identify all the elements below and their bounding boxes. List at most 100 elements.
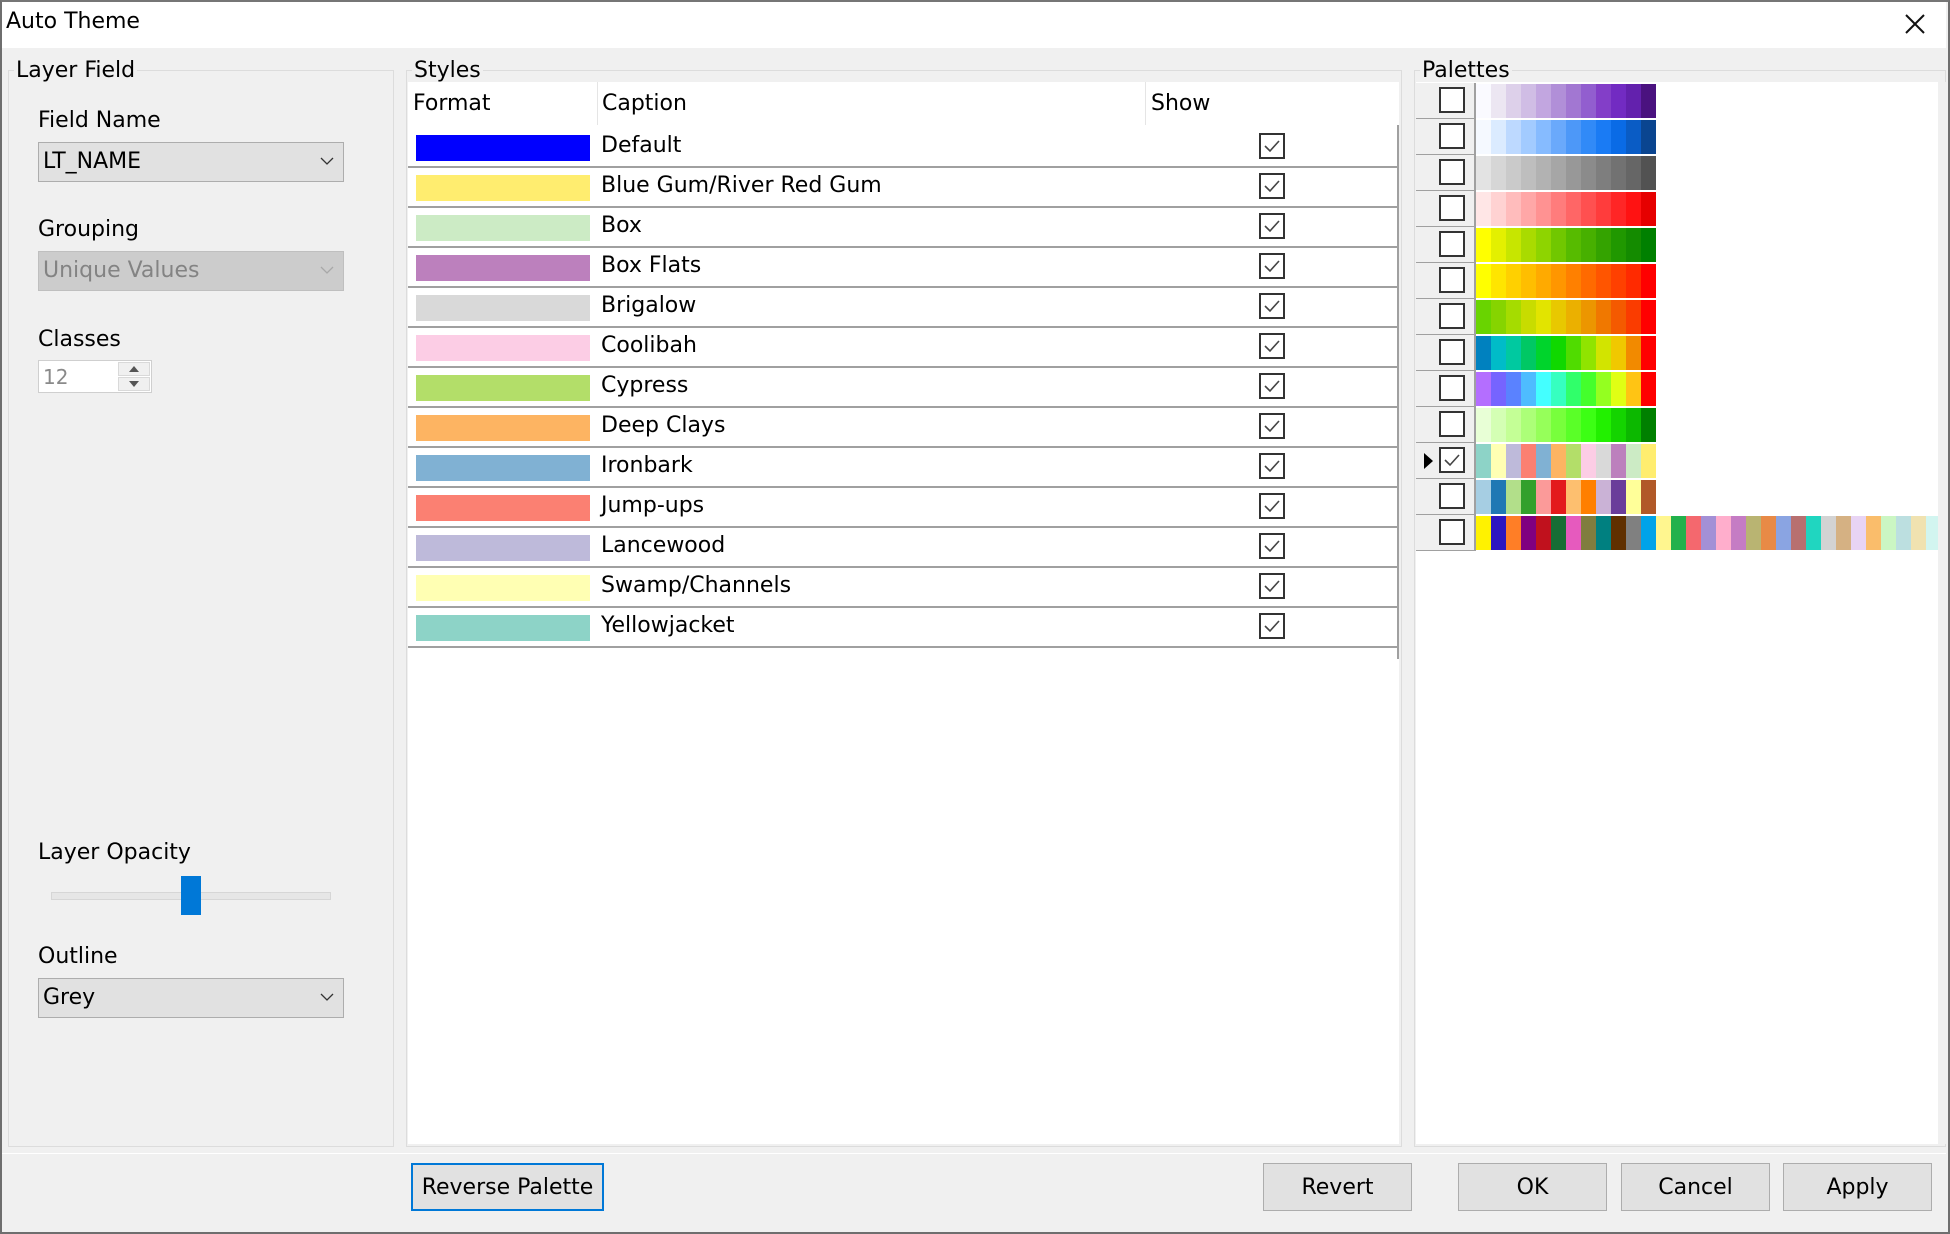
palette-row-header[interactable] bbox=[1416, 443, 1476, 479]
revert-button[interactable]: Revert bbox=[1263, 1163, 1412, 1211]
palette-row-header[interactable] bbox=[1416, 83, 1476, 119]
style-caption[interactable]: Yellowjacket bbox=[601, 612, 735, 640]
palette-row[interactable] bbox=[1416, 515, 1938, 551]
style-caption[interactable]: Coolibah bbox=[601, 332, 697, 360]
palette-checkbox[interactable] bbox=[1439, 519, 1465, 545]
close-button[interactable] bbox=[1895, 8, 1935, 40]
format-color-swatch[interactable] bbox=[416, 415, 590, 441]
format-color-swatch[interactable] bbox=[416, 575, 590, 601]
style-caption[interactable]: Brigalow bbox=[601, 292, 696, 320]
palette-row-header[interactable] bbox=[1416, 335, 1476, 371]
palette-checkbox[interactable] bbox=[1439, 303, 1465, 329]
style-caption[interactable]: Deep Clays bbox=[601, 412, 725, 440]
show-checkbox[interactable] bbox=[1259, 453, 1285, 479]
format-color-swatch[interactable] bbox=[416, 135, 590, 161]
palette-row[interactable] bbox=[1416, 335, 1938, 371]
style-caption[interactable]: Swamp/Channels bbox=[601, 572, 791, 600]
show-checkbox[interactable] bbox=[1259, 373, 1285, 399]
palette-color-strip[interactable] bbox=[1476, 444, 1656, 478]
show-checkbox[interactable] bbox=[1259, 133, 1285, 159]
palette-checkbox[interactable] bbox=[1439, 231, 1465, 257]
show-checkbox[interactable] bbox=[1259, 293, 1285, 319]
palette-row-header[interactable] bbox=[1416, 407, 1476, 443]
palette-checkbox[interactable] bbox=[1439, 411, 1465, 437]
format-color-swatch[interactable] bbox=[416, 535, 590, 561]
column-header-show[interactable]: Show bbox=[1151, 90, 1210, 118]
style-caption[interactable]: Lancewood bbox=[601, 532, 725, 560]
style-caption[interactable]: Default bbox=[601, 132, 681, 160]
style-row[interactable]: Jump-ups bbox=[408, 488, 1397, 528]
classes-increment-button[interactable] bbox=[118, 362, 150, 376]
format-color-swatch[interactable] bbox=[416, 335, 590, 361]
style-caption[interactable]: Ironbark bbox=[601, 452, 693, 480]
palette-color-strip[interactable] bbox=[1476, 84, 1656, 118]
style-row[interactable]: Lancewood bbox=[408, 528, 1397, 568]
palette-color-strip[interactable] bbox=[1476, 372, 1656, 406]
palette-checkbox[interactable] bbox=[1439, 483, 1465, 509]
show-checkbox[interactable] bbox=[1259, 333, 1285, 359]
format-color-swatch[interactable] bbox=[416, 375, 590, 401]
palette-checkbox[interactable] bbox=[1439, 123, 1465, 149]
palette-color-strip[interactable] bbox=[1476, 480, 1656, 514]
style-row[interactable]: Brigalow bbox=[408, 288, 1397, 328]
palette-checkbox[interactable] bbox=[1439, 195, 1465, 221]
palette-row[interactable] bbox=[1416, 155, 1938, 191]
palette-color-strip[interactable] bbox=[1476, 228, 1656, 262]
style-caption[interactable]: Box bbox=[601, 212, 642, 240]
palette-color-strip[interactable] bbox=[1476, 300, 1656, 334]
palette-checkbox[interactable] bbox=[1439, 339, 1465, 365]
style-row[interactable]: Swamp/Channels bbox=[408, 568, 1397, 608]
palette-row[interactable] bbox=[1416, 227, 1938, 263]
column-divider[interactable] bbox=[597, 82, 598, 125]
format-color-swatch[interactable] bbox=[416, 495, 590, 521]
ok-button[interactable]: OK bbox=[1458, 1163, 1607, 1211]
show-checkbox[interactable] bbox=[1259, 173, 1285, 199]
show-checkbox[interactable] bbox=[1259, 573, 1285, 599]
show-checkbox[interactable] bbox=[1259, 413, 1285, 439]
format-color-swatch[interactable] bbox=[416, 175, 590, 201]
palette-row[interactable] bbox=[1416, 263, 1938, 299]
format-color-swatch[interactable] bbox=[416, 255, 590, 281]
palette-color-strip[interactable] bbox=[1476, 156, 1656, 190]
palette-row-header[interactable] bbox=[1416, 191, 1476, 227]
style-caption[interactable]: Blue Gum/River Red Gum bbox=[601, 172, 882, 200]
style-row[interactable]: Coolibah bbox=[408, 328, 1397, 368]
style-row[interactable]: Deep Clays bbox=[408, 408, 1397, 448]
style-row[interactable]: Box bbox=[408, 208, 1397, 248]
style-row[interactable]: Default bbox=[408, 128, 1397, 168]
palette-row[interactable] bbox=[1416, 299, 1938, 335]
palette-checkbox[interactable] bbox=[1439, 447, 1465, 473]
palette-row-header[interactable] bbox=[1416, 371, 1476, 407]
cancel-button[interactable]: Cancel bbox=[1621, 1163, 1770, 1211]
palette-row-header[interactable] bbox=[1416, 299, 1476, 335]
palette-color-strip[interactable] bbox=[1476, 408, 1656, 442]
palette-checkbox[interactable] bbox=[1439, 267, 1465, 293]
show-checkbox[interactable] bbox=[1259, 213, 1285, 239]
slider-thumb[interactable] bbox=[181, 876, 201, 915]
palette-row[interactable] bbox=[1416, 407, 1938, 443]
palette-row[interactable] bbox=[1416, 119, 1938, 155]
show-checkbox[interactable] bbox=[1259, 533, 1285, 559]
style-row[interactable]: Ironbark bbox=[408, 448, 1397, 488]
palette-color-strip[interactable] bbox=[1476, 516, 1938, 550]
style-caption[interactable]: Jump-ups bbox=[601, 492, 704, 520]
palette-row-header[interactable] bbox=[1416, 479, 1476, 515]
palette-row[interactable] bbox=[1416, 443, 1938, 479]
palette-checkbox[interactable] bbox=[1439, 375, 1465, 401]
palette-row[interactable] bbox=[1416, 83, 1938, 119]
style-caption[interactable]: Box Flats bbox=[601, 252, 701, 280]
column-divider[interactable] bbox=[1145, 82, 1146, 125]
palette-checkbox[interactable] bbox=[1439, 87, 1465, 113]
apply-button[interactable]: Apply bbox=[1783, 1163, 1932, 1211]
style-row[interactable]: Box Flats bbox=[408, 248, 1397, 288]
show-checkbox[interactable] bbox=[1259, 613, 1285, 639]
format-color-swatch[interactable] bbox=[416, 295, 590, 321]
column-header-caption[interactable]: Caption bbox=[602, 90, 687, 118]
style-row[interactable]: Yellowjacket bbox=[408, 608, 1397, 648]
palette-row-header[interactable] bbox=[1416, 119, 1476, 155]
style-row[interactable]: Blue Gum/River Red Gum bbox=[408, 168, 1397, 208]
palette-color-strip[interactable] bbox=[1476, 120, 1656, 154]
style-caption[interactable]: Cypress bbox=[601, 372, 688, 400]
palette-row-header[interactable] bbox=[1416, 515, 1476, 551]
format-color-swatch[interactable] bbox=[416, 615, 590, 641]
